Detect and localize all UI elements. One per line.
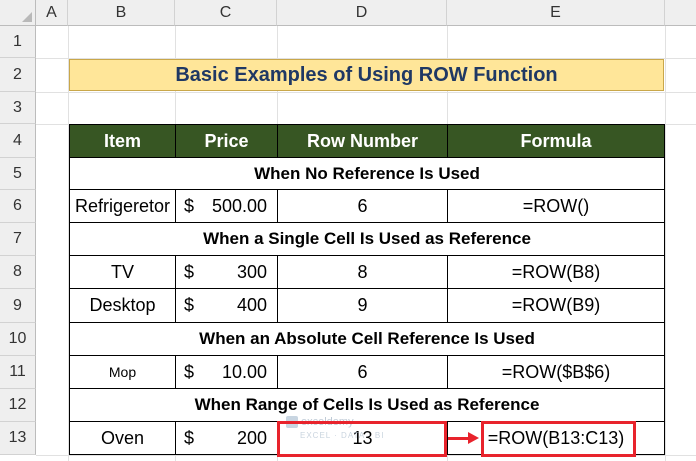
page-title[interactable]: Basic Examples of Using ROW Function xyxy=(69,59,664,91)
price-cell[interactable]: $ 500.00 xyxy=(175,189,278,223)
section-no-reference[interactable]: When No Reference Is Used xyxy=(69,157,665,190)
column-header-f[interactable] xyxy=(665,0,696,26)
section-range-reference[interactable]: When Range of Cells Is Used as Reference xyxy=(69,388,665,422)
price-value: 300 xyxy=(236,261,267,282)
formula-cell[interactable]: =ROW($B$6) xyxy=(447,355,665,389)
row-number-cell[interactable]: 8 xyxy=(277,255,448,289)
row-header-10[interactable]: 10 xyxy=(0,323,36,356)
row-number-cell[interactable]: 6 xyxy=(277,355,448,389)
header-formula[interactable]: Formula xyxy=(447,124,665,158)
highlight-result-box xyxy=(277,421,447,457)
row-header-9[interactable]: 9 xyxy=(0,289,36,323)
row-header-2[interactable]: 2 xyxy=(0,58,36,92)
row-header-13[interactable]: 13 xyxy=(0,422,36,455)
row-header-3[interactable]: 3 xyxy=(0,92,36,124)
row-header-11[interactable]: 11 xyxy=(0,356,36,389)
item-cell[interactable]: TV xyxy=(69,255,176,289)
item-cell[interactable]: Refrigeretor xyxy=(69,189,176,223)
currency-symbol: $ xyxy=(184,427,195,448)
formula-cell[interactable]: =ROW(B8) xyxy=(447,255,665,289)
price-value: 200 xyxy=(236,427,267,448)
item-cell[interactable]: Desktop xyxy=(69,288,176,323)
row-header-8[interactable]: 8 xyxy=(0,256,36,289)
highlight-formula-box xyxy=(481,421,636,457)
row-header-6[interactable]: 6 xyxy=(0,190,36,223)
arrow-right-icon xyxy=(468,432,479,444)
header-row-number[interactable]: Row Number xyxy=(277,124,448,158)
column-header-d[interactable]: D xyxy=(277,0,447,26)
row-header-4[interactable]: 4 xyxy=(0,124,36,158)
formula-cell[interactable]: =ROW() xyxy=(447,189,665,223)
header-item[interactable]: Item xyxy=(69,124,176,158)
currency-symbol: $ xyxy=(184,361,195,382)
gridline xyxy=(36,92,696,93)
price-value: 500.00 xyxy=(211,195,267,216)
section-absolute-reference[interactable]: When an Absolute Cell Reference Is Used xyxy=(69,322,665,356)
currency-symbol: $ xyxy=(184,195,195,216)
row-header-5[interactable]: 5 xyxy=(0,158,36,190)
column-header-c[interactable]: C xyxy=(175,0,277,26)
price-cell[interactable]: $ 300 xyxy=(175,255,278,289)
header-price[interactable]: Price xyxy=(175,124,278,158)
currency-symbol: $ xyxy=(184,261,195,282)
price-value: 400 xyxy=(236,295,267,315)
row-header-12[interactable]: 12 xyxy=(0,389,36,422)
row-number-cell[interactable]: 6 xyxy=(277,189,448,223)
row-header-7[interactable]: 7 xyxy=(0,223,36,256)
price-cell[interactable]: $ 400 xyxy=(175,288,278,323)
select-all-triangle-icon xyxy=(22,12,32,22)
arrow-line xyxy=(448,437,470,440)
item-cell[interactable]: Mop xyxy=(69,355,176,389)
price-value: 10.00 xyxy=(221,361,267,382)
section-single-cell[interactable]: When a Single Cell Is Used as Reference xyxy=(69,222,665,256)
currency-symbol: $ xyxy=(184,295,195,315)
row-header-1[interactable]: 1 xyxy=(0,26,36,58)
price-cell[interactable]: $ 10.00 xyxy=(175,355,278,389)
column-header-a[interactable]: A xyxy=(36,0,68,26)
item-cell[interactable]: Oven xyxy=(69,421,176,455)
row-number-cell[interactable]: 9 xyxy=(277,288,448,323)
formula-cell[interactable]: =ROW(B9) xyxy=(447,288,665,323)
select-all-corner[interactable] xyxy=(0,0,36,26)
price-cell[interactable]: $ 200 xyxy=(175,421,278,455)
column-header-e[interactable]: E xyxy=(447,0,665,26)
column-header-b[interactable]: B xyxy=(68,0,175,26)
